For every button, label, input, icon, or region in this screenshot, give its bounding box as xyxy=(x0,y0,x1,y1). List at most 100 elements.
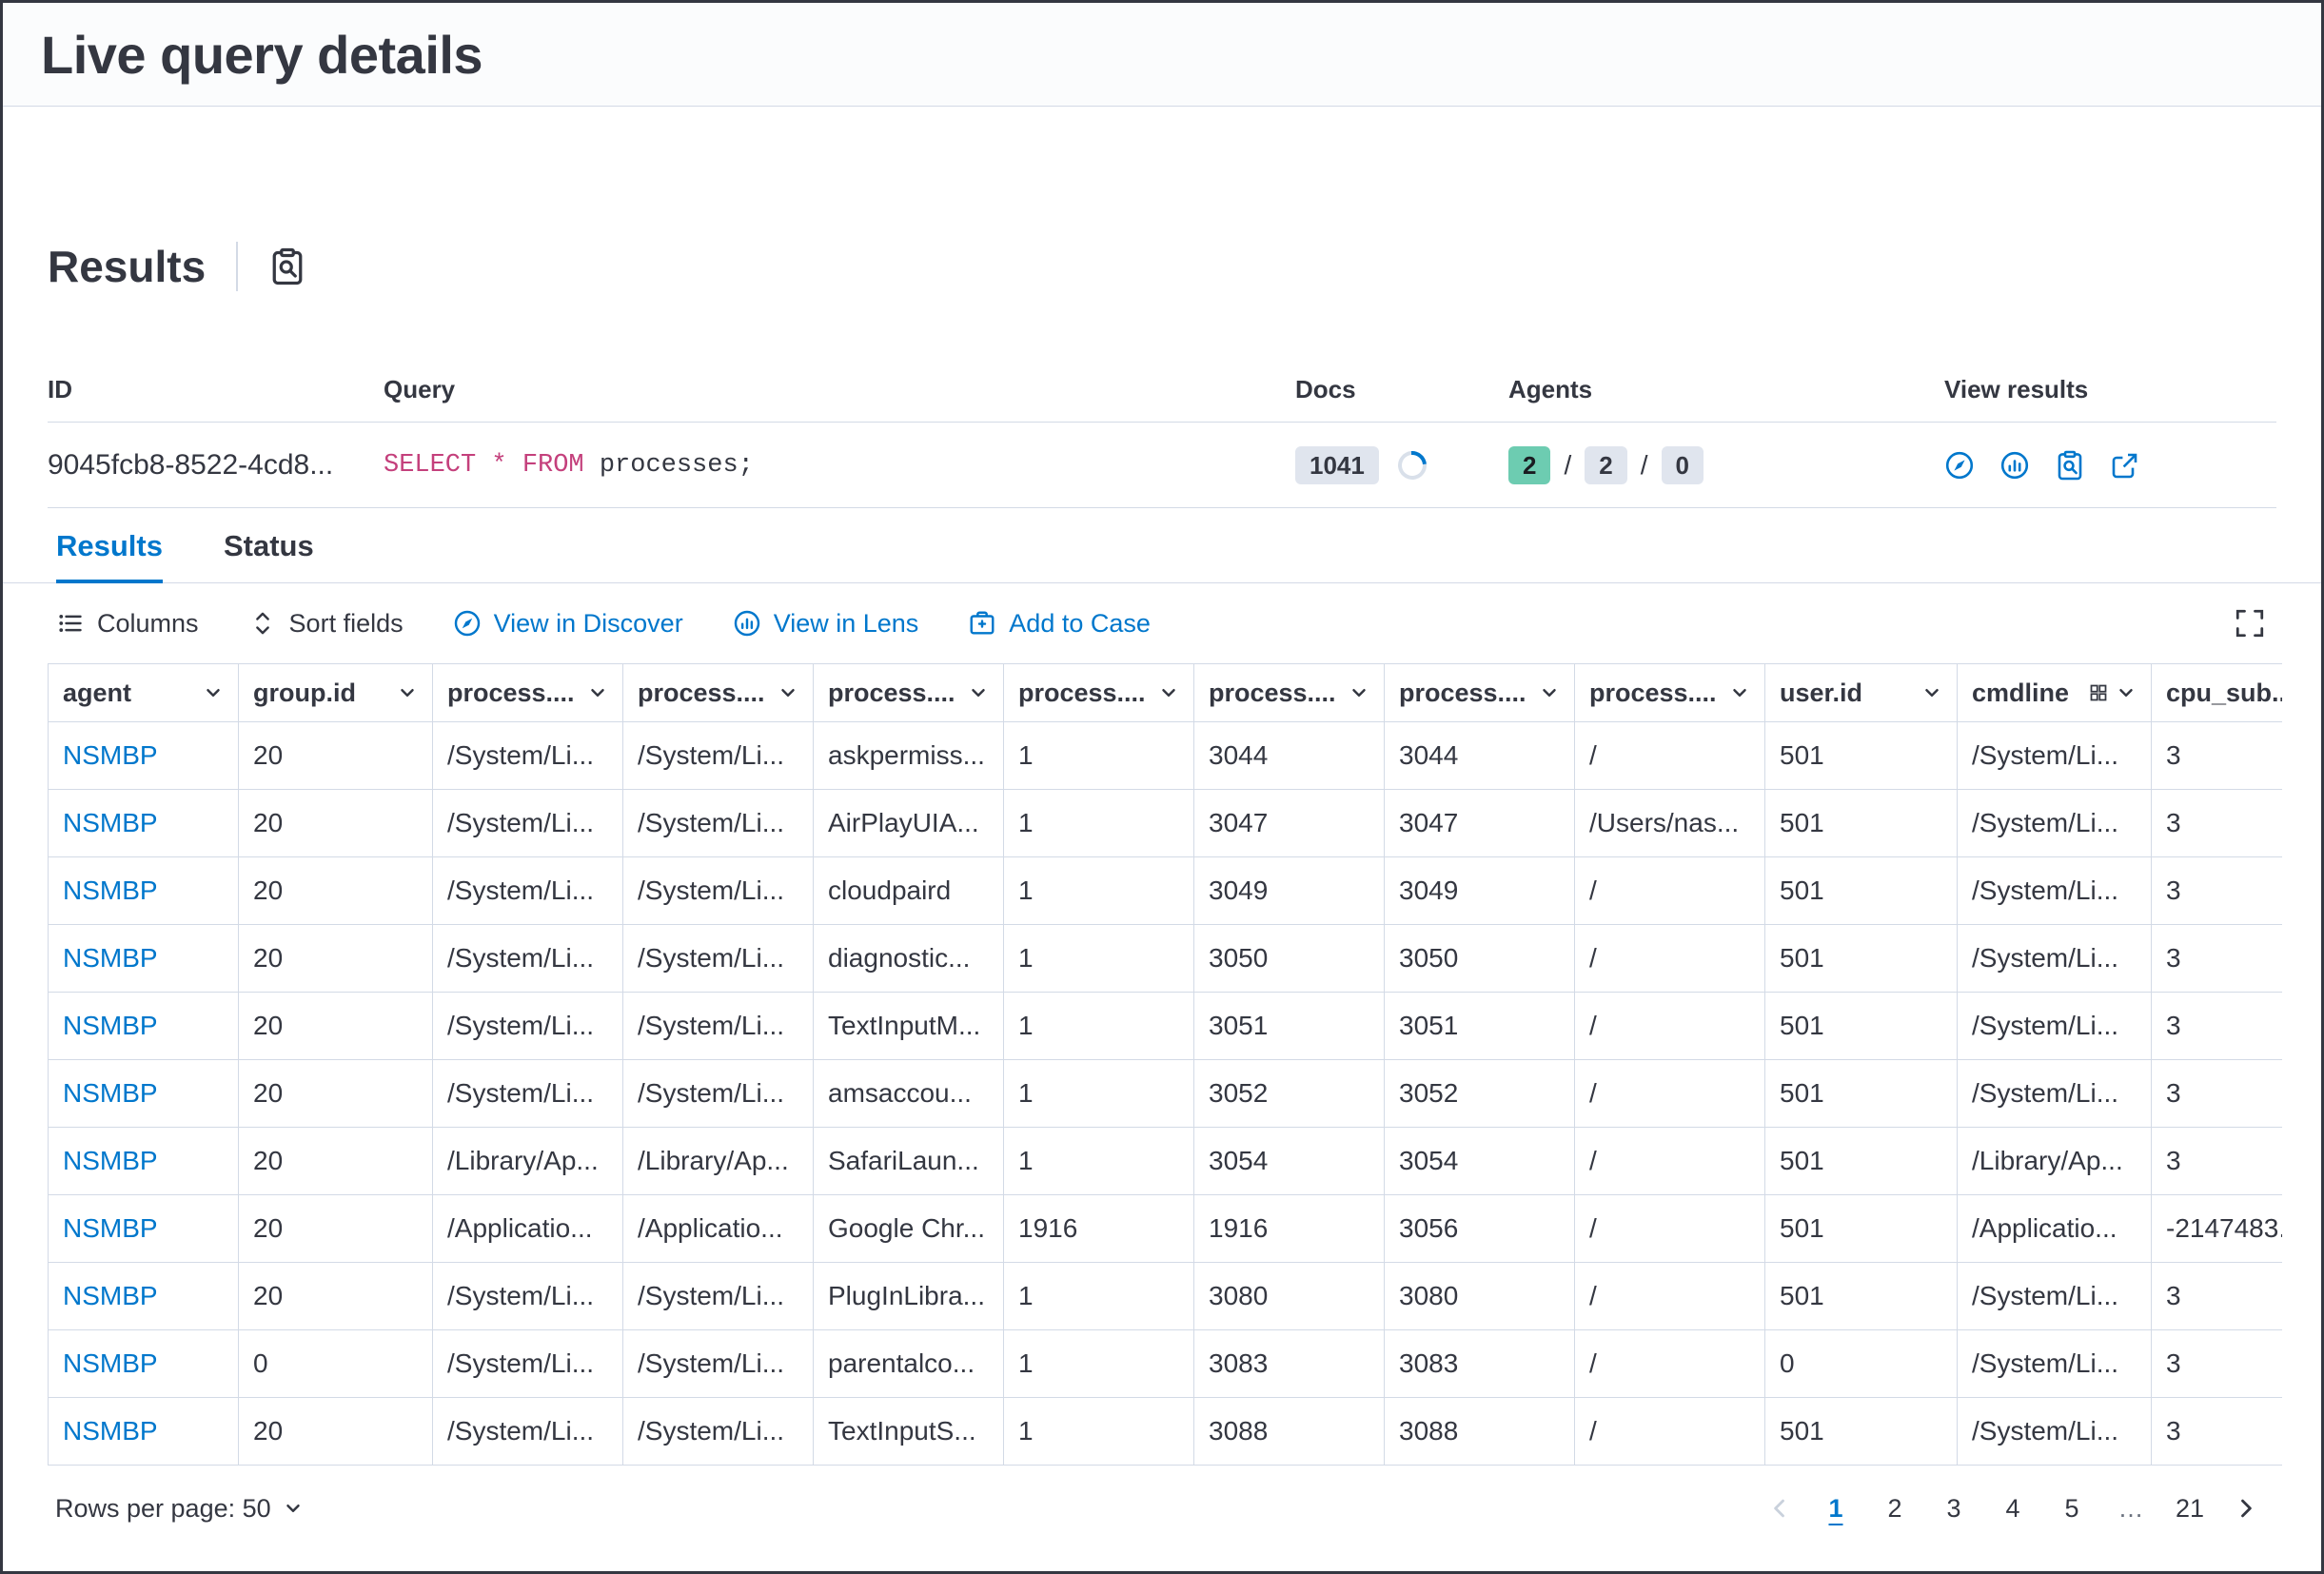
column-header-process-3[interactable]: process.... xyxy=(814,664,1004,721)
cell-agent[interactable]: NSMBP xyxy=(49,1195,239,1262)
cell-agent[interactable]: NSMBP xyxy=(49,1398,239,1465)
page-button-1[interactable]: 1 xyxy=(1810,1485,1861,1533)
cell-process-6[interactable]: 3054 xyxy=(1385,1128,1575,1194)
column-header-cmdline[interactable]: cmdline xyxy=(1958,664,2152,721)
cell-process-4[interactable]: 1 xyxy=(1004,925,1194,992)
cell-group-id[interactable]: 20 xyxy=(239,1128,433,1194)
cell-agent[interactable]: NSMBP xyxy=(49,1263,239,1329)
cell-process-1[interactable]: /System/Li... xyxy=(433,1398,623,1465)
cell-process-1[interactable]: /System/Li... xyxy=(433,857,623,924)
cell-process-6[interactable]: 3044 xyxy=(1385,722,1575,789)
cell-process-1[interactable]: /System/Li... xyxy=(433,790,623,856)
cell-process-4[interactable]: 1 xyxy=(1004,857,1194,924)
cell-process-6[interactable]: 3049 xyxy=(1385,857,1575,924)
cell-process-2[interactable]: /Library/Ap... xyxy=(623,1128,814,1194)
cell-process-3[interactable]: PlugInLibra... xyxy=(814,1263,1004,1329)
cell-cmdline[interactable]: /System/Li... xyxy=(1958,1330,2152,1397)
cell-user-id[interactable]: 501 xyxy=(1765,1398,1958,1465)
sort-fields-button[interactable]: Sort fields xyxy=(248,609,404,639)
cell-process-1[interactable]: /System/Li... xyxy=(433,925,623,992)
cell-agent[interactable]: NSMBP xyxy=(49,1060,239,1127)
cell-cmdline[interactable]: /System/Li... xyxy=(1958,1398,2152,1465)
cell-process-7[interactable]: / xyxy=(1575,857,1765,924)
lens-icon[interactable] xyxy=(1999,450,2030,481)
cell-process-6[interactable]: 3056 xyxy=(1385,1195,1575,1262)
pagination-next-button[interactable] xyxy=(2223,1495,2269,1522)
cell-cmdline[interactable]: /System/Li... xyxy=(1958,722,2152,789)
cell-process-5[interactable]: 3054 xyxy=(1194,1128,1385,1194)
cell-process-5[interactable]: 3080 xyxy=(1194,1263,1385,1329)
cell-process-5[interactable]: 3047 xyxy=(1194,790,1385,856)
cell-cpu-sub[interactable]: 3 xyxy=(2152,722,2282,789)
column-header-process-6[interactable]: process.... xyxy=(1385,664,1575,721)
cell-cmdline[interactable]: /Library/Ap... xyxy=(1958,1128,2152,1194)
cell-cpu-sub[interactable]: -2147483... xyxy=(2152,1195,2282,1262)
cell-process-1[interactable]: /Library/Ap... xyxy=(433,1128,623,1194)
cell-process-7[interactable]: / xyxy=(1575,925,1765,992)
cell-process-2[interactable]: /System/Li... xyxy=(623,993,814,1059)
inspect-icon[interactable] xyxy=(268,247,306,285)
column-header-process-4[interactable]: process.... xyxy=(1004,664,1194,721)
cell-user-id[interactable]: 0 xyxy=(1765,1330,1958,1397)
cell-cpu-sub[interactable]: 3 xyxy=(2152,1263,2282,1329)
cell-process-4[interactable]: 1916 xyxy=(1004,1195,1194,1262)
cell-user-id[interactable]: 501 xyxy=(1765,857,1958,924)
cell-process-5[interactable]: 3051 xyxy=(1194,993,1385,1059)
cell-process-1[interactable]: /System/Li... xyxy=(433,722,623,789)
cell-process-7[interactable]: / xyxy=(1575,1263,1765,1329)
cell-cmdline[interactable]: /System/Li... xyxy=(1958,925,2152,992)
cell-process-2[interactable]: /System/Li... xyxy=(623,1398,814,1465)
cell-process-6[interactable]: 3050 xyxy=(1385,925,1575,992)
tab-results[interactable]: Results xyxy=(56,529,163,583)
cell-process-7[interactable]: / xyxy=(1575,993,1765,1059)
discover-icon[interactable] xyxy=(1944,450,1975,481)
cell-agent[interactable]: NSMBP xyxy=(49,1128,239,1194)
cell-cpu-sub[interactable]: 3 xyxy=(2152,1060,2282,1127)
fullscreen-button[interactable] xyxy=(2234,607,2266,639)
cell-process-3[interactable]: parentalco... xyxy=(814,1330,1004,1397)
cell-process-2[interactable]: /System/Li... xyxy=(623,722,814,789)
cell-process-3[interactable]: Google Chr... xyxy=(814,1195,1004,1262)
page-button-3[interactable]: 3 xyxy=(1928,1485,1979,1533)
cell-process-3[interactable]: AirPlayUIA... xyxy=(814,790,1004,856)
view-in-lens-button[interactable]: View in Lens xyxy=(733,609,919,639)
page-button-4[interactable]: 4 xyxy=(1987,1485,2038,1533)
cell-process-7[interactable]: / xyxy=(1575,1398,1765,1465)
cell-cpu-sub[interactable]: 3 xyxy=(2152,1330,2282,1397)
cell-process-3[interactable]: diagnostic... xyxy=(814,925,1004,992)
inspect-icon[interactable] xyxy=(2055,450,2085,481)
cell-cmdline[interactable]: /System/Li... xyxy=(1958,1263,2152,1329)
cell-process-5[interactable]: 3044 xyxy=(1194,722,1385,789)
cell-agent[interactable]: NSMBP xyxy=(49,1330,239,1397)
cell-group-id[interactable]: 20 xyxy=(239,1060,433,1127)
cell-group-id[interactable]: 20 xyxy=(239,857,433,924)
cell-process-4[interactable]: 1 xyxy=(1004,790,1194,856)
cell-process-6[interactable]: 3051 xyxy=(1385,993,1575,1059)
cell-process-2[interactable]: /Applicatio... xyxy=(623,1195,814,1262)
cell-process-2[interactable]: /System/Li... xyxy=(623,1330,814,1397)
cell-user-id[interactable]: 501 xyxy=(1765,722,1958,789)
cell-cpu-sub[interactable]: 3 xyxy=(2152,790,2282,856)
cell-group-id[interactable]: 20 xyxy=(239,993,433,1059)
cell-cpu-sub[interactable]: 3 xyxy=(2152,1128,2282,1194)
cell-process-4[interactable]: 1 xyxy=(1004,1060,1194,1127)
cell-agent[interactable]: NSMBP xyxy=(49,857,239,924)
cell-agent[interactable]: NSMBP xyxy=(49,925,239,992)
cell-process-1[interactable]: /System/Li... xyxy=(433,1330,623,1397)
cell-process-7[interactable]: /Users/nas... xyxy=(1575,790,1765,856)
cell-process-7[interactable]: / xyxy=(1575,1195,1765,1262)
column-header-agent[interactable]: agent xyxy=(49,664,239,721)
cell-process-4[interactable]: 1 xyxy=(1004,1330,1194,1397)
cell-process-3[interactable]: TextInputS... xyxy=(814,1398,1004,1465)
cell-cmdline[interactable]: /System/Li... xyxy=(1958,993,2152,1059)
cell-process-3[interactable]: TextInputM... xyxy=(814,993,1004,1059)
cell-process-6[interactable]: 3047 xyxy=(1385,790,1575,856)
cell-group-id[interactable]: 20 xyxy=(239,925,433,992)
cell-process-6[interactable]: 3083 xyxy=(1385,1330,1575,1397)
cell-process-7[interactable]: / xyxy=(1575,1128,1765,1194)
cell-process-1[interactable]: /System/Li... xyxy=(433,1060,623,1127)
cell-group-id[interactable]: 0 xyxy=(239,1330,433,1397)
page-button-5[interactable]: 5 xyxy=(2046,1485,2098,1533)
cell-process-1[interactable]: /System/Li... xyxy=(433,993,623,1059)
column-header-process-7[interactable]: process.... xyxy=(1575,664,1765,721)
